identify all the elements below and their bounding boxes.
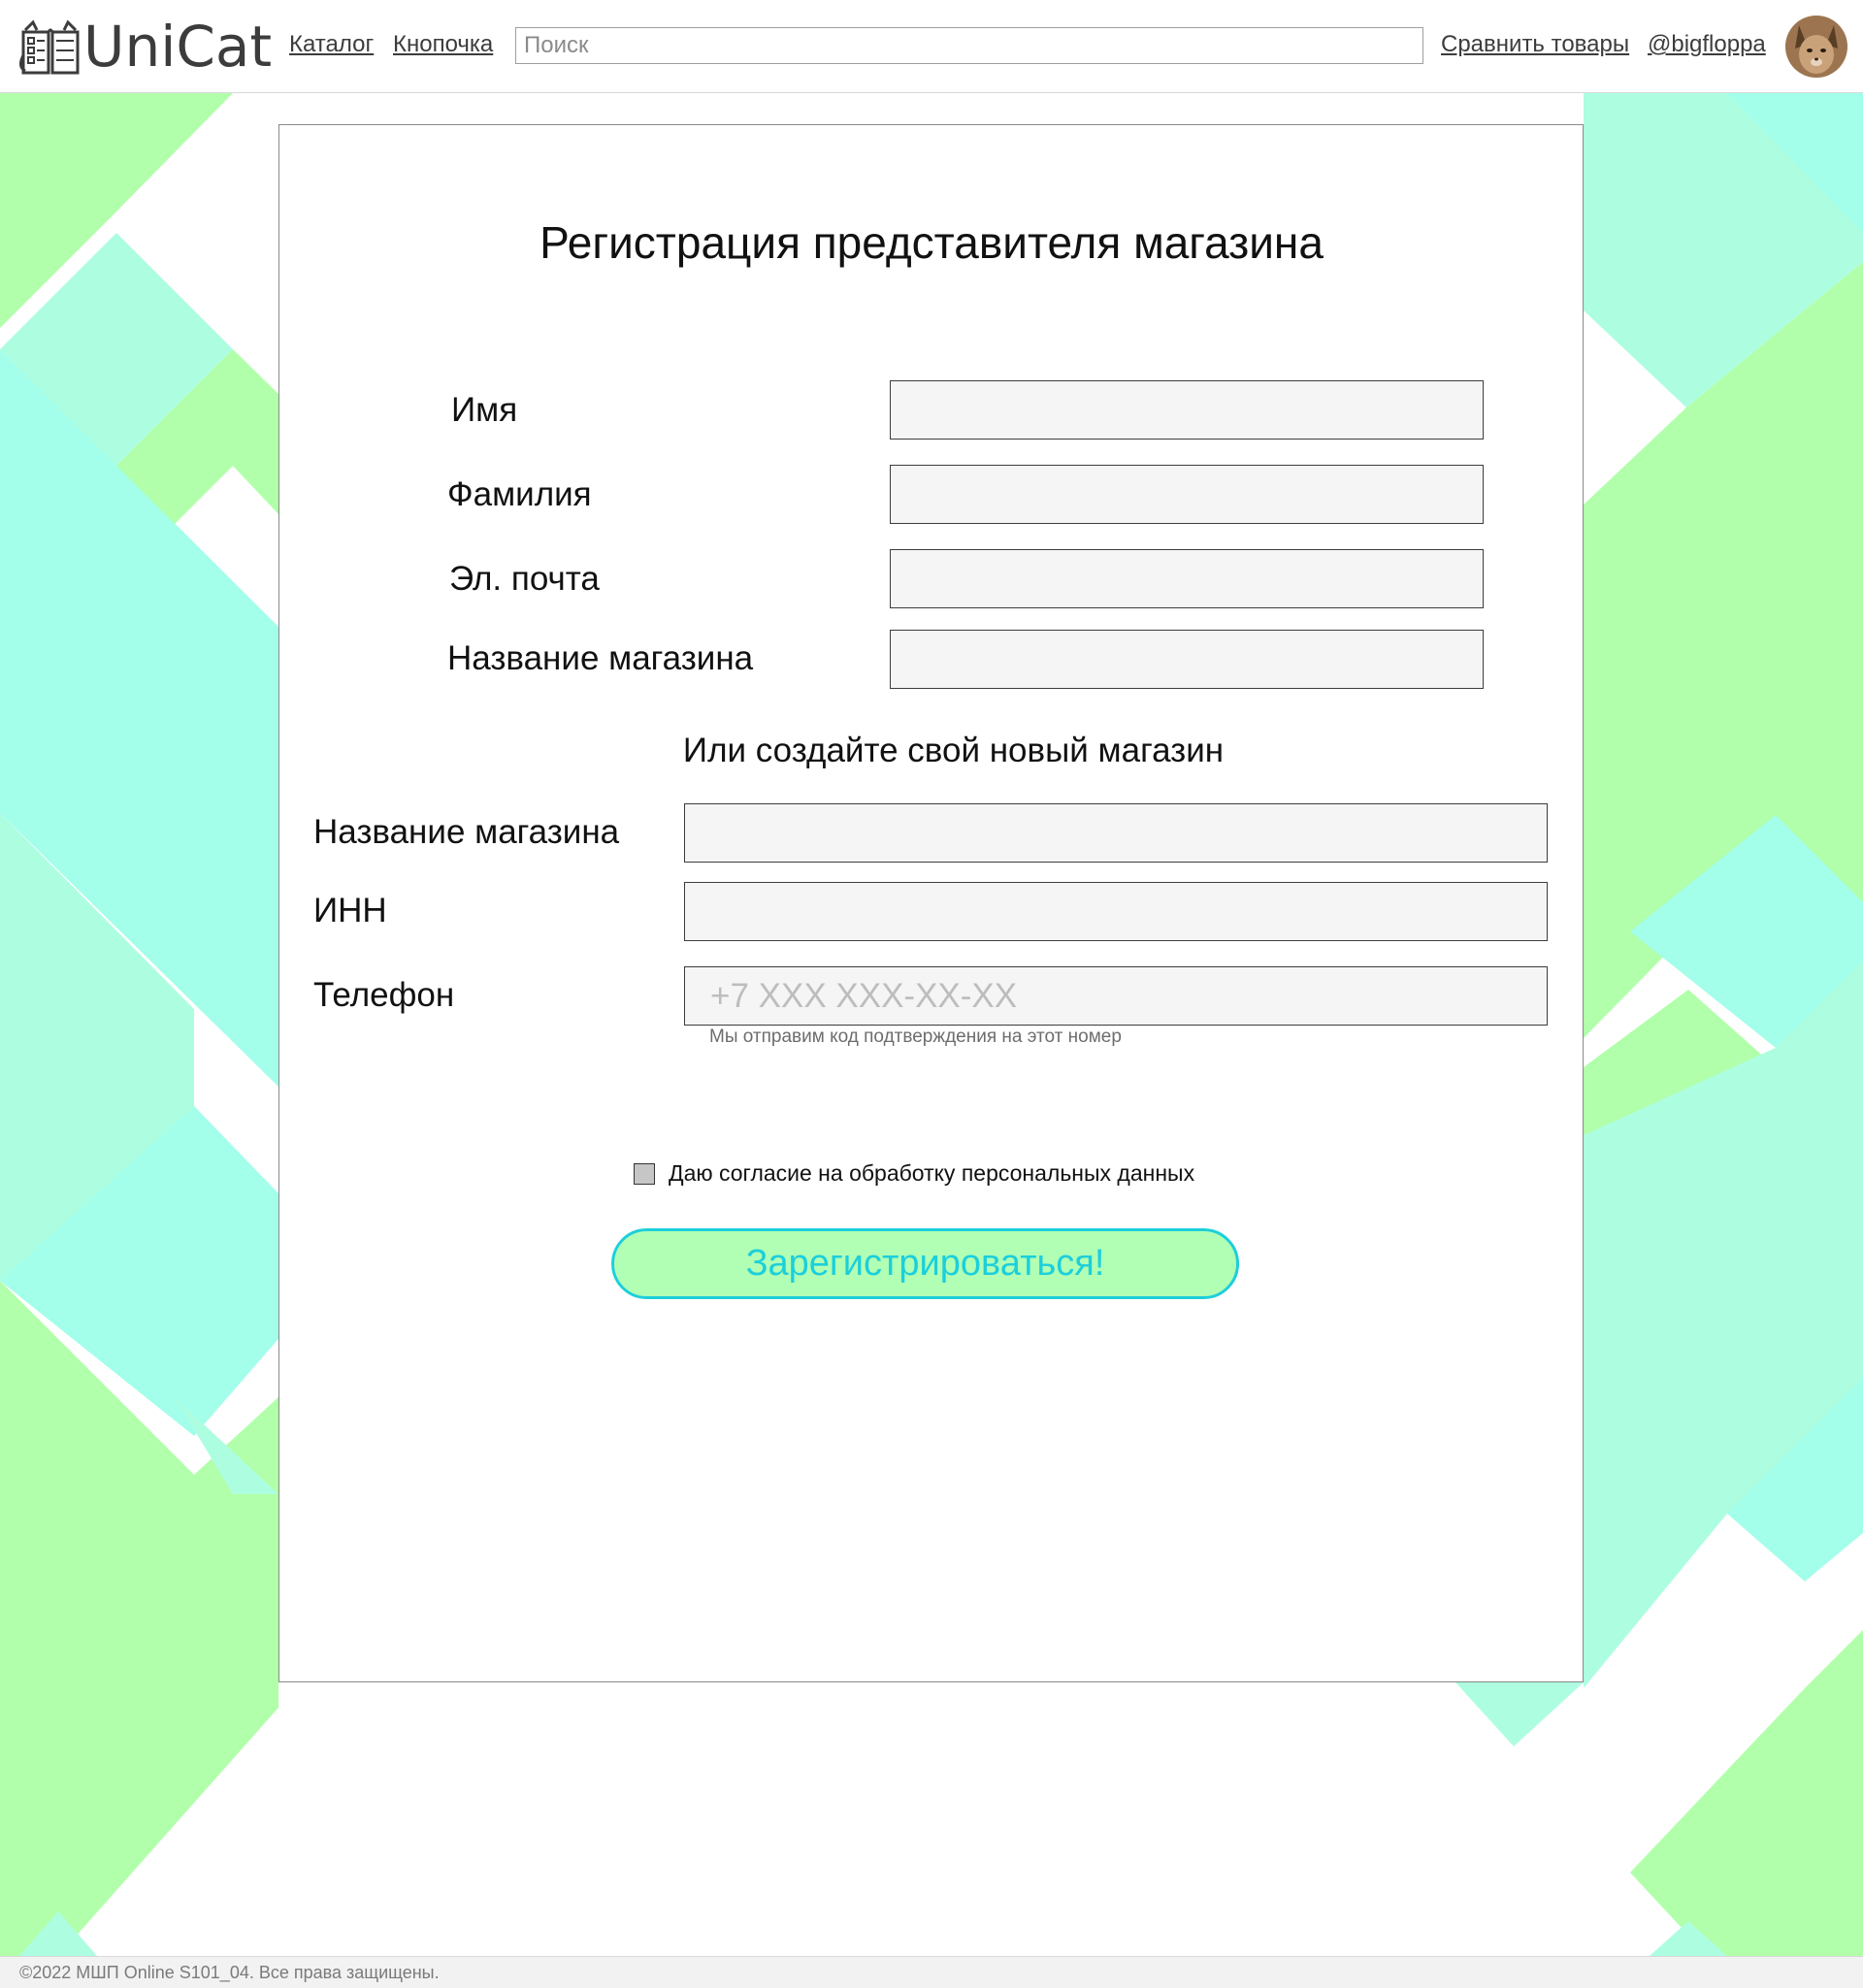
register-button[interactable]: Зарегистрироваться!: [611, 1228, 1239, 1299]
new-shop-name-label: Название магазина: [313, 813, 620, 851]
compare-products-link[interactable]: Сравнить товары: [1441, 29, 1629, 60]
logo[interactable]: UniCat: [19, 16, 272, 77]
user-profile-link[interactable]: @bigfloppa: [1648, 29, 1766, 60]
last-name-label: Фамилия: [447, 475, 592, 513]
copyright-text: ©2022 МШП Online S101_04. Все права защи…: [19, 1963, 440, 1982]
user-avatar[interactable]: [1785, 16, 1847, 78]
shop-name-field[interactable]: [890, 630, 1484, 689]
phone-label: Телефон: [313, 976, 455, 1014]
new-shop-name-field[interactable]: [684, 803, 1548, 863]
shop-name-label: Название магазина: [447, 639, 754, 677]
page-title: Регистрация представителя магазина: [539, 217, 1324, 268]
consent-row: Даю согласие на обработку персональных д…: [634, 1160, 1194, 1187]
consent-checkbox[interactable]: [634, 1162, 655, 1185]
first-name-label: Имя: [451, 391, 518, 429]
cat-avatar-icon: [1785, 16, 1847, 78]
nav-button-link[interactable]: Кнопочка: [393, 29, 493, 60]
phone-hint: Мы отправим код подтверждения на этот но…: [709, 1027, 1122, 1047]
footer: ©2022 МШП Online S101_04. Все права защи…: [0, 1956, 1863, 1988]
book-cat-logo-icon: [19, 19, 80, 75]
consent-label: Даю согласие на обработку персональных д…: [669, 1160, 1195, 1186]
email-field[interactable]: [890, 549, 1484, 608]
search-input[interactable]: [515, 27, 1423, 64]
email-label: Эл. почта: [449, 560, 600, 598]
new-shop-subtitle: Или создайте свой новый магазин: [682, 732, 1225, 769]
inn-label: ИНН: [313, 892, 387, 929]
top-header: UniCat Каталог Кнопочка Сравнить товары …: [0, 0, 1863, 93]
nav-catalog-link[interactable]: Каталог: [289, 29, 374, 60]
last-name-field[interactable]: [890, 465, 1484, 524]
phone-field[interactable]: [684, 966, 1548, 1026]
inn-field[interactable]: [684, 882, 1548, 941]
first-name-field[interactable]: [890, 380, 1484, 440]
logo-text: UniCat: [83, 14, 273, 80]
